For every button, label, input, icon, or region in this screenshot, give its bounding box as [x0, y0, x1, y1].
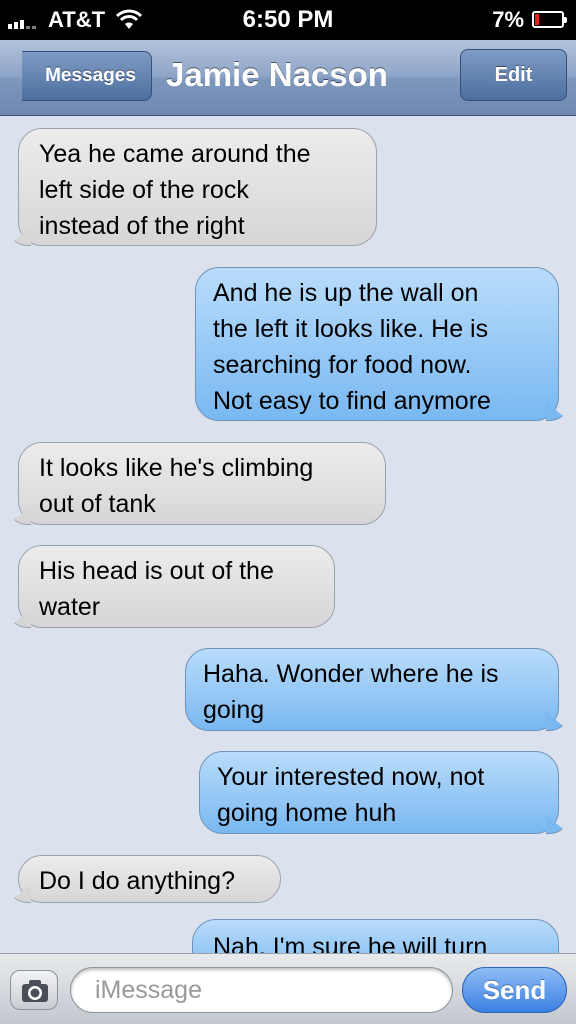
message-line: out of tank: [39, 490, 156, 518]
status-time: 6:50 PM: [242, 6, 334, 33]
message-bubble-incoming[interactable]: Do I do anything?: [18, 855, 281, 903]
message-line: Nah. I'm sure he will turn: [213, 933, 488, 953]
message-line: going home huh: [217, 799, 397, 827]
back-to-messages-button[interactable]: Messages: [22, 51, 152, 101]
message-line: His head is out of the: [39, 557, 274, 585]
message-bubble-incoming[interactable]: It looks like he's climbing out of tank: [18, 442, 386, 525]
message-bubble-outgoing[interactable]: And he is up the wall on the left it loo…: [195, 267, 559, 421]
conversation-title: Jamie Nacson: [166, 56, 388, 93]
message-list[interactable]: Yea he came around the left side of the …: [0, 117, 576, 953]
message-text-field[interactable]: iMessage: [70, 967, 453, 1013]
message-bubble-outgoing[interactable]: Haha. Wonder where he is going: [185, 648, 559, 731]
message-line: water: [39, 593, 101, 621]
message-line: It looks like he's climbing: [39, 454, 314, 482]
message-bubble-outgoing[interactable]: Your interested now, not going home huh: [199, 751, 559, 834]
edit-button[interactable]: Edit: [460, 49, 567, 101]
message-line: going: [203, 696, 265, 724]
camera-button[interactable]: [10, 970, 58, 1010]
message-line: left side of the rock: [39, 176, 249, 204]
message-line: searching for food now.: [213, 351, 472, 379]
message-bubble-outgoing[interactable]: Nah. I'm sure he will turn: [192, 919, 559, 953]
battery-percent: 7%: [492, 7, 524, 32]
status-bar: AT&T 6:50 PM 7%: [0, 0, 576, 40]
message-line: And he is up the wall on: [213, 279, 479, 307]
message-line: instead of the right: [39, 212, 245, 240]
camera-icon: [22, 980, 48, 1002]
navigation-bar: Messages Jamie Nacson Edit: [0, 40, 576, 116]
message-line: the left it looks like. He is: [213, 315, 489, 343]
message-input-bar: iMessage Send: [0, 953, 576, 1024]
message-line: Yea he came around the: [39, 140, 311, 168]
message-bubble-incoming[interactable]: Yea he came around the left side of the …: [18, 128, 377, 246]
message-line: Haha. Wonder where he is: [203, 660, 499, 688]
message-bubble-incoming[interactable]: His head is out of the water: [18, 545, 335, 628]
send-button[interactable]: Send: [462, 967, 567, 1013]
message-line: Not easy to find anymore: [213, 387, 491, 415]
battery-icon: [532, 11, 567, 28]
message-line: Do I do anything?: [39, 867, 235, 895]
message-line: Your interested now, not: [217, 763, 485, 791]
